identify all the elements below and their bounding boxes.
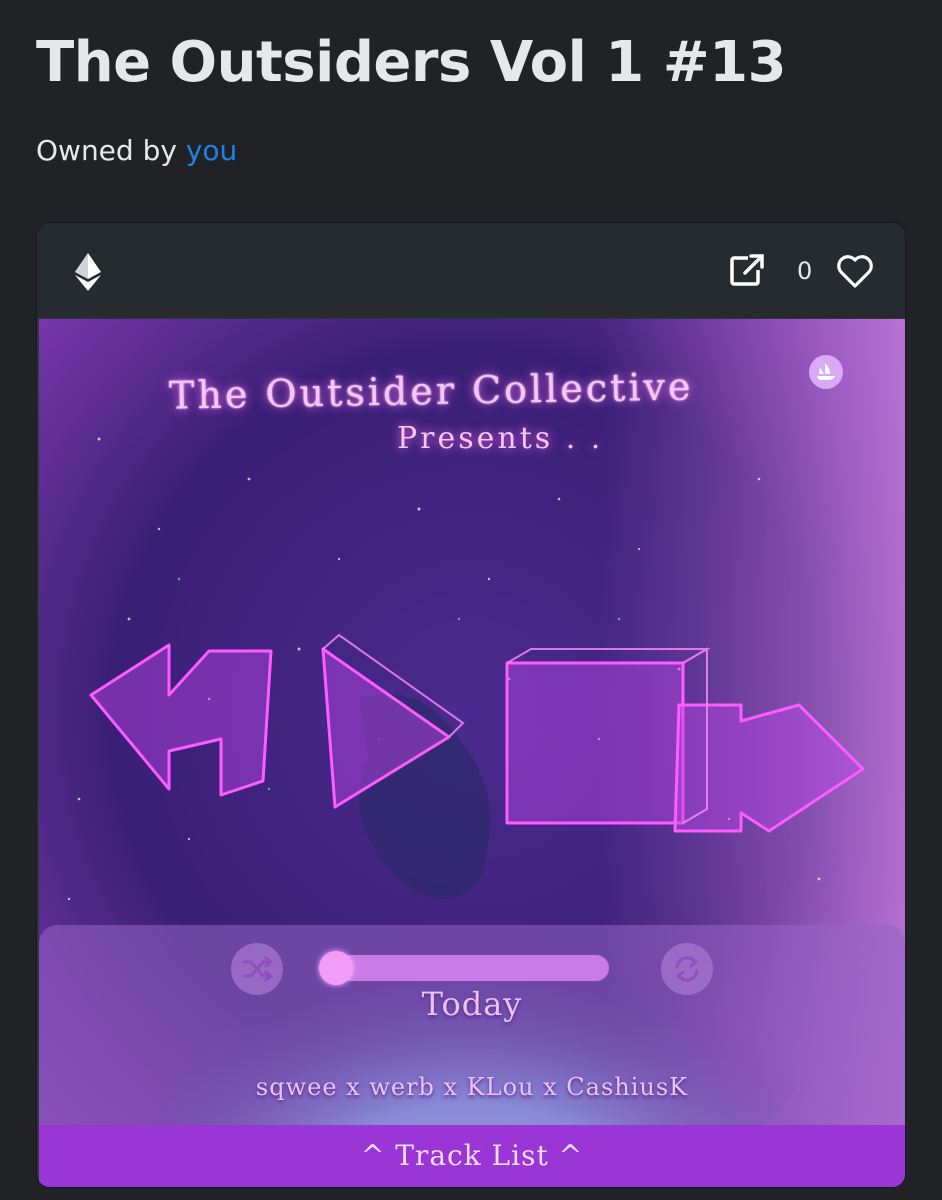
heart-icon[interactable] bbox=[835, 251, 875, 291]
tracklist-label: ^ Track List ^ bbox=[360, 1139, 584, 1172]
nft-artwork: The Outsider Collective Presents . . Tod… bbox=[39, 319, 905, 1187]
progress-knob[interactable] bbox=[319, 951, 353, 985]
owned-by-label: Owned by bbox=[36, 134, 186, 167]
page-title: The Outsiders Vol 1 #13 bbox=[36, 30, 787, 95]
owner-link[interactable]: you bbox=[186, 134, 237, 167]
progress-bar[interactable] bbox=[319, 951, 609, 985]
artwork-header-subtitle: Presents . . bbox=[397, 421, 604, 456]
favorites-count: 0 bbox=[797, 257, 813, 285]
ethereum-icon bbox=[75, 253, 101, 291]
owner-line: Owned by you bbox=[36, 134, 237, 167]
artwork-header-title: The Outsider Collective bbox=[168, 364, 694, 418]
song-title: Today bbox=[421, 985, 523, 1023]
external-link-icon[interactable] bbox=[729, 253, 765, 289]
tracklist-button[interactable]: ^ Track List ^ bbox=[39, 1125, 905, 1187]
nft-card: 0 The Outsider Collective Presents . . T… bbox=[36, 222, 906, 1188]
song-artists: sqwee x werb x KLou x CashiusK bbox=[255, 1073, 689, 1101]
player-panel: Today sqwee x werb x KLou x CashiusK bbox=[39, 925, 905, 1125]
opensea-badge-icon bbox=[809, 355, 843, 389]
card-header: 0 bbox=[37, 223, 905, 318]
